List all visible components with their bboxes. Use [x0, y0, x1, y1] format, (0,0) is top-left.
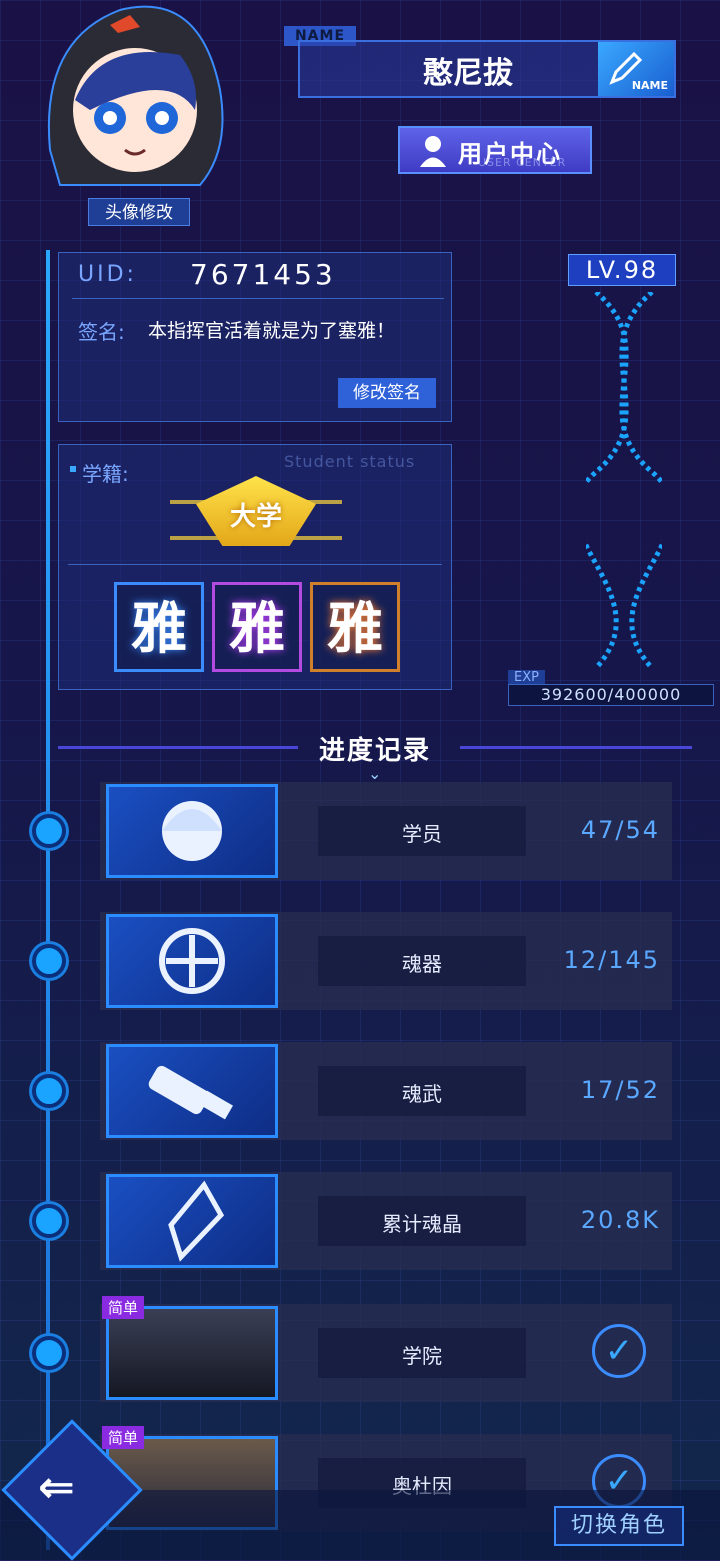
- section-line: [460, 746, 692, 749]
- edit-signature-button[interactable]: 修改签名: [338, 378, 436, 408]
- uid-value: 7671453: [190, 258, 336, 291]
- exp-label: EXP: [508, 670, 545, 685]
- divider: [68, 564, 442, 565]
- signature-value: 本指挥官活着就是为了塞雅！: [148, 320, 396, 342]
- section-line: [58, 746, 298, 749]
- chainsaw-icon: [106, 1044, 278, 1138]
- user-center-sublabel: USER CENTER: [478, 156, 567, 169]
- timeline-dot: [32, 814, 66, 848]
- student-status-label-en: Student status: [284, 452, 416, 471]
- row-label: 魂器: [402, 952, 442, 976]
- character-slot[interactable]: 雅: [212, 582, 302, 672]
- uid-label: UID:: [78, 262, 137, 287]
- character-slot[interactable]: 雅: [114, 582, 204, 672]
- avatar-edit-button[interactable]: 头像修改: [88, 198, 190, 226]
- row-label: 魂武: [402, 1082, 442, 1106]
- progress-row-soul-weapons[interactable]: 魂武 17/52: [100, 1042, 672, 1140]
- progress-row-academy[interactable]: 简单 学院 ✓: [100, 1296, 672, 1402]
- timeline-dot: [32, 944, 66, 978]
- stage-thumbnail: [106, 1306, 278, 1400]
- user-icon: [420, 136, 446, 167]
- row-label: 学员: [402, 822, 442, 846]
- player-name: 憨尼拔: [423, 56, 513, 91]
- signature-label: 签名:: [78, 320, 125, 344]
- avatar[interactable]: [30, 0, 230, 190]
- progress-row-soul-vessels[interactable]: 魂器 12/145: [100, 912, 672, 1010]
- row-value: 47/54: [580, 816, 660, 844]
- orb-icon: [106, 914, 278, 1008]
- student-icon: [106, 784, 278, 878]
- row-label: 累计魂晶: [382, 1212, 462, 1236]
- student-status-label: 学籍:: [82, 462, 129, 486]
- row-value: 12/145: [563, 946, 660, 974]
- difficulty-tag: 简单: [102, 1426, 145, 1449]
- switch-role-button[interactable]: 切换角色: [554, 1506, 684, 1546]
- row-value: 17/52: [580, 1076, 660, 1104]
- status-badge: 大学: [229, 502, 282, 532]
- name-edit-button[interactable]: NAME: [598, 42, 674, 96]
- progress-row-soul-crystals[interactable]: 累计魂晶 20.8K: [100, 1172, 672, 1270]
- divider: [72, 298, 444, 299]
- name-edit-label: NAME: [631, 79, 668, 92]
- dna-helix-icon: [586, 292, 662, 668]
- timeline-dot: [32, 1336, 66, 1370]
- back-arrow-icon: ⇐: [38, 1462, 75, 1513]
- progress-section-title: 进度记录: [318, 736, 431, 766]
- crystal-icon: [106, 1174, 278, 1268]
- timeline-dot: [32, 1074, 66, 1108]
- progress-row-students[interactable]: 学员 47/54: [100, 782, 672, 880]
- check-icon: ✓: [592, 1324, 646, 1378]
- exp-value: 392600/400000: [508, 684, 714, 706]
- row-label: 学院: [402, 1344, 442, 1368]
- character-slot[interactable]: 雅: [310, 582, 400, 672]
- level-badge: LV.98: [568, 254, 676, 286]
- timeline-dot: [32, 1204, 66, 1238]
- chevron-down-icon: ⌄: [368, 764, 382, 783]
- difficulty-tag: 简单: [102, 1296, 145, 1319]
- bullet-icon: [70, 466, 76, 472]
- row-value: 20.8K: [580, 1206, 660, 1234]
